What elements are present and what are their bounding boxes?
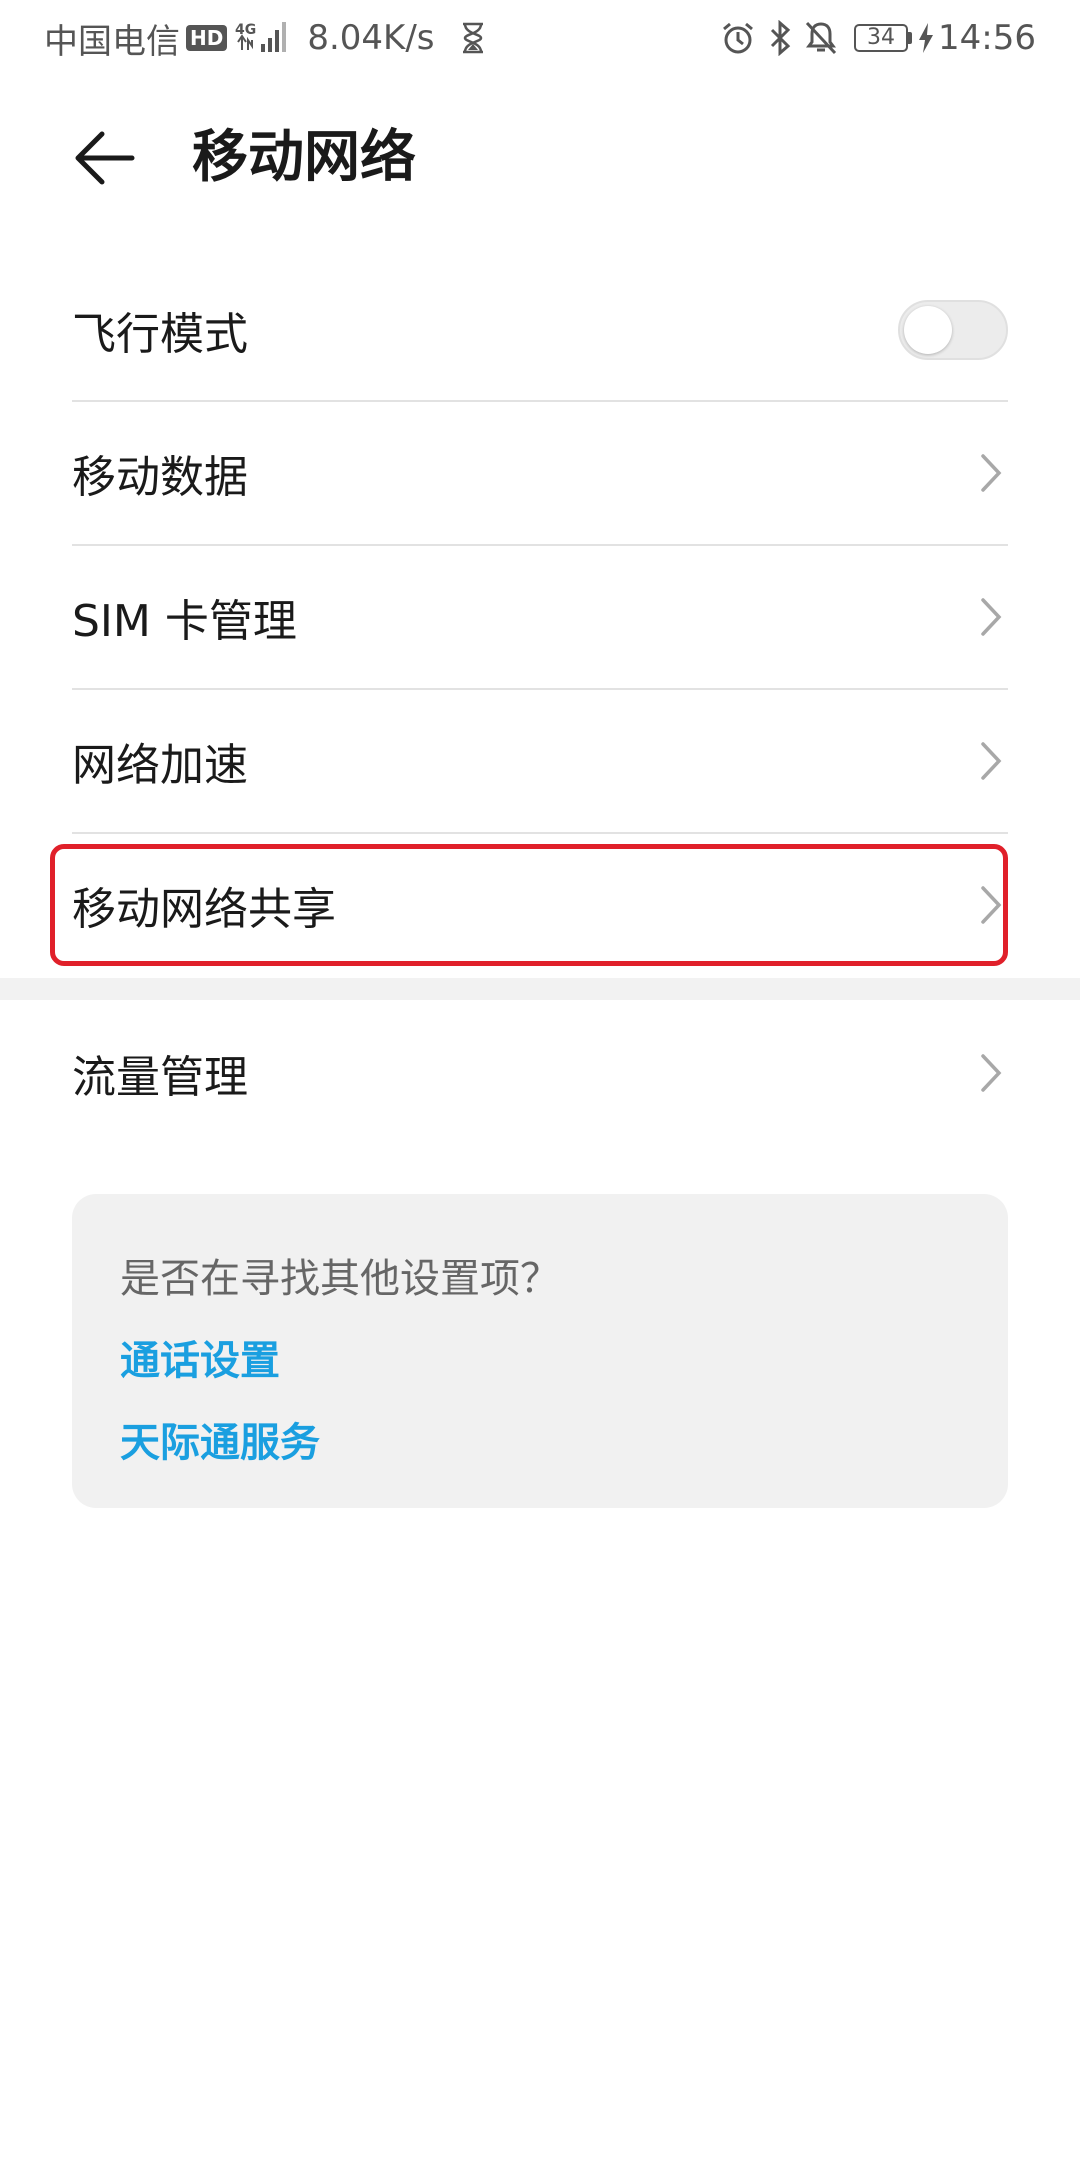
row-label: 网络加速 [72, 740, 248, 791]
chevron-right-icon [981, 742, 1002, 780]
sim-card-management-row[interactable]: SIM 卡管理 [72, 546, 1008, 688]
app-bar: 移动网络 [0, 100, 1080, 216]
airplane-mode-row[interactable]: 飞行模式 [72, 260, 1008, 400]
alarm-icon [723, 22, 753, 54]
bluetooth-icon [770, 20, 791, 56]
call-settings-link[interactable]: 通话设置 [120, 1328, 280, 1386]
mobile-data-row[interactable]: 移动数据 [72, 402, 1008, 544]
suggestion-card: 是否在寻找其他设置项？ 通话设置 天际通服务 [72, 1194, 1008, 1508]
carrier-name: 中国电信 [44, 21, 180, 62]
chevron-right-icon [981, 454, 1002, 492]
battery-tip [908, 32, 913, 44]
row-label: 移动网络共享 [72, 884, 336, 935]
hourglass-icon [462, 22, 483, 54]
battery-icon: 34 [854, 24, 913, 52]
row-label: 流量管理 [72, 1052, 248, 1103]
row-label: SIM 卡管理 [72, 596, 297, 647]
hd-badge: HD [186, 25, 228, 51]
row-label: 飞行模式 [72, 309, 248, 360]
chevron-right-icon [981, 1054, 1002, 1092]
signal-icon: 4G [235, 22, 287, 52]
network-type-label: 4G [235, 22, 256, 38]
status-bar-right: 34 14:56 [708, 18, 1036, 58]
chevron-right-icon [981, 598, 1002, 636]
chevron-right-icon [981, 886, 1002, 924]
charging-icon [919, 23, 934, 53]
suggestion-title: 是否在寻找其他设置项？ [120, 1256, 560, 1302]
clock-time: 14:56 [938, 18, 1036, 58]
settings-screen: 中国电信 HD 4G 8.04K/s 34 14:56 移动网络 飞行模式 移动… [0, 0, 1080, 2160]
back-arrow-icon[interactable] [74, 128, 136, 188]
section-divider [0, 978, 1080, 1000]
airplane-mode-toggle[interactable] [898, 300, 1008, 360]
network-speed: 8.04K/s [307, 18, 435, 58]
data-usage-row[interactable]: 流量管理 [72, 1002, 1008, 1144]
battery-level: 34 [854, 24, 909, 52]
mute-icon [805, 21, 837, 55]
skytone-service-link[interactable]: 天际通服务 [120, 1410, 320, 1468]
status-bar: 中国电信 HD 4G 8.04K/s 34 14:56 [0, 0, 1080, 76]
page-title: 移动网络 [192, 125, 416, 190]
row-label: 移动数据 [72, 452, 248, 503]
mobile-hotspot-row[interactable]: 移动网络共享 [72, 834, 1008, 976]
status-bar-left: 中国电信 HD 4G 8.04K/s [44, 14, 485, 63]
toggle-knob [904, 306, 952, 354]
network-acceleration-row[interactable]: 网络加速 [72, 690, 1008, 832]
